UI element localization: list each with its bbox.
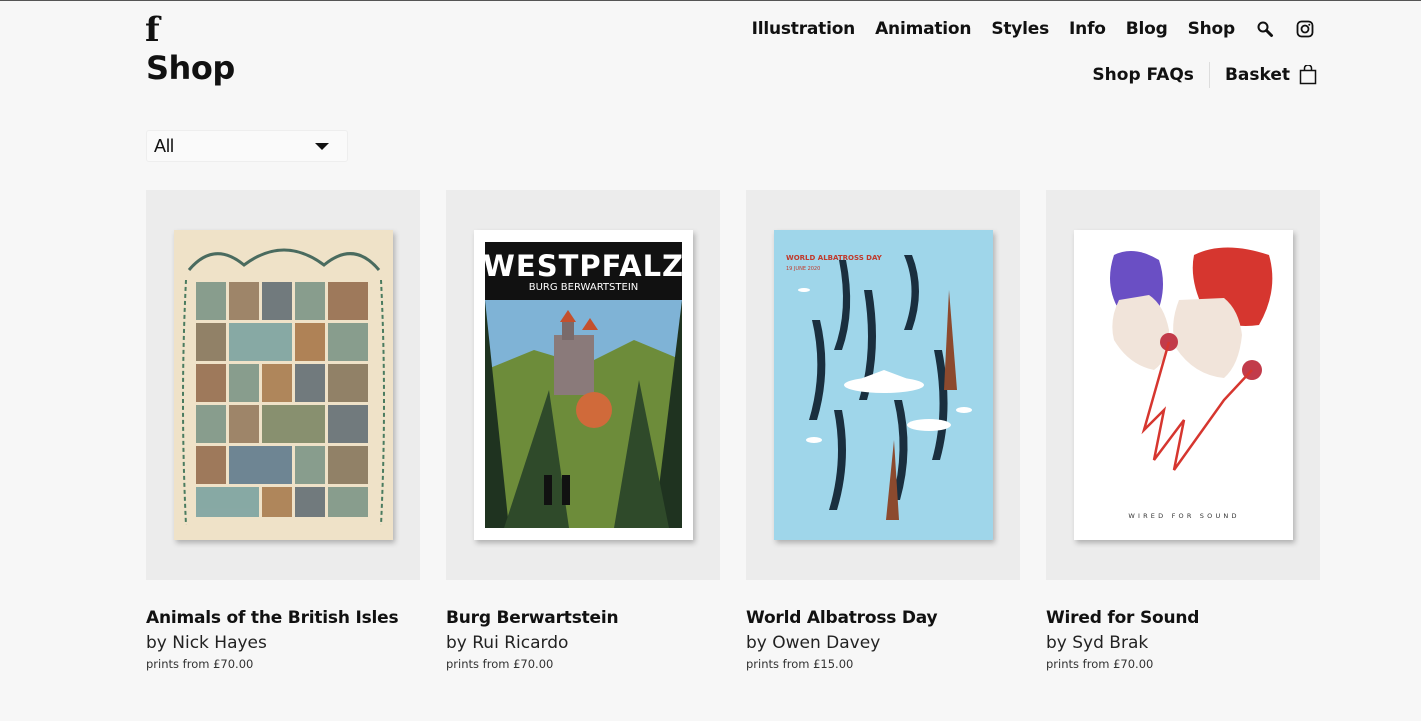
poster-subheadline: 19 JUNE 2020 xyxy=(786,266,820,272)
instagram-icon[interactable] xyxy=(1295,19,1315,39)
subnav-divider xyxy=(1208,62,1210,88)
basket-label: Basket xyxy=(1224,65,1290,85)
nav-shop[interactable]: Shop xyxy=(1188,19,1236,39)
poster-wired-for-sound: WIRED FOR SOUND xyxy=(1073,230,1293,540)
product-artist: by Owen Davey xyxy=(746,633,881,653)
poster-headline: WESTPFALZ xyxy=(482,249,683,283)
nav-animation[interactable]: Animation xyxy=(875,19,971,39)
product-artist: by Syd Brak xyxy=(1046,633,1149,653)
poster-headline: WORLD ALBATROSS DAY xyxy=(786,254,883,262)
main-nav: Illustration Animation Styles Info Blog … xyxy=(752,19,1315,39)
product-price: prints from £70.00 xyxy=(146,657,254,671)
poster-world-albatross-day: WORLD ALBATROSS DAY 19 JUNE 2020 xyxy=(773,230,993,540)
nav-illustration[interactable]: Illustration xyxy=(752,19,856,39)
product-artist: by Rui Ricardo xyxy=(446,633,569,653)
product-grid: Animals of the British Isles by Nick Hay… xyxy=(146,190,1320,671)
product-card[interactable]: Animals of the British Isles by Nick Hay… xyxy=(146,190,420,671)
product-title[interactable]: Wired for Sound xyxy=(1046,608,1320,628)
product-title[interactable]: Burg Berwartstein xyxy=(446,608,720,628)
page-title: Shop xyxy=(146,49,235,87)
basket-link[interactable]: Basket xyxy=(1225,65,1317,85)
product-title[interactable]: World Albatross Day xyxy=(746,608,1020,628)
product-price: prints from £70.00 xyxy=(446,657,554,671)
product-thumbnail[interactable]: WORLD ALBATROSS DAY 19 JUNE 2020 xyxy=(746,190,1020,580)
product-card[interactable]: WORLD ALBATROSS DAY 19 JUNE 2020 World A… xyxy=(746,190,1020,671)
product-thumbnail[interactable] xyxy=(146,190,420,580)
nav-styles[interactable]: Styles xyxy=(991,19,1049,39)
product-thumbnail[interactable]: WIRED FOR SOUND xyxy=(1046,190,1320,580)
product-price: prints from £15.00 xyxy=(746,657,854,671)
category-filter-value: All xyxy=(154,135,175,156)
category-filter-select[interactable]: All xyxy=(146,130,348,162)
chevron-down-icon xyxy=(315,142,329,150)
shop-subnav: Shop FAQs Basket xyxy=(1092,62,1317,88)
shopping-bag-icon xyxy=(1299,65,1317,85)
product-artist: by Nick Hayes xyxy=(146,633,267,653)
poster-headline: WIRED FOR SOUND xyxy=(1128,512,1239,520)
nav-blog[interactable]: Blog xyxy=(1126,19,1168,39)
product-card[interactable]: WIRED FOR SOUND Wired for Sound by Syd B… xyxy=(1046,190,1320,671)
poster-animals-british-isles xyxy=(173,230,393,540)
product-title[interactable]: Animals of the British Isles xyxy=(146,608,420,628)
search-icon[interactable] xyxy=(1255,19,1275,39)
poster-subheadline: BURG BERWARTSTEIN xyxy=(528,282,638,293)
product-card[interactable]: WESTPFALZ BURG BERWARTSTEIN Burg Berwart… xyxy=(446,190,720,671)
product-price: prints from £70.00 xyxy=(1046,657,1154,671)
nav-info[interactable]: Info xyxy=(1069,19,1106,39)
shop-faqs-link[interactable]: Shop FAQs xyxy=(1092,65,1194,85)
product-thumbnail[interactable]: WESTPFALZ BURG BERWARTSTEIN xyxy=(446,190,720,580)
poster-westpfalz: WESTPFALZ BURG BERWARTSTEIN xyxy=(473,230,693,540)
site-logo[interactable]: f xyxy=(145,13,160,47)
